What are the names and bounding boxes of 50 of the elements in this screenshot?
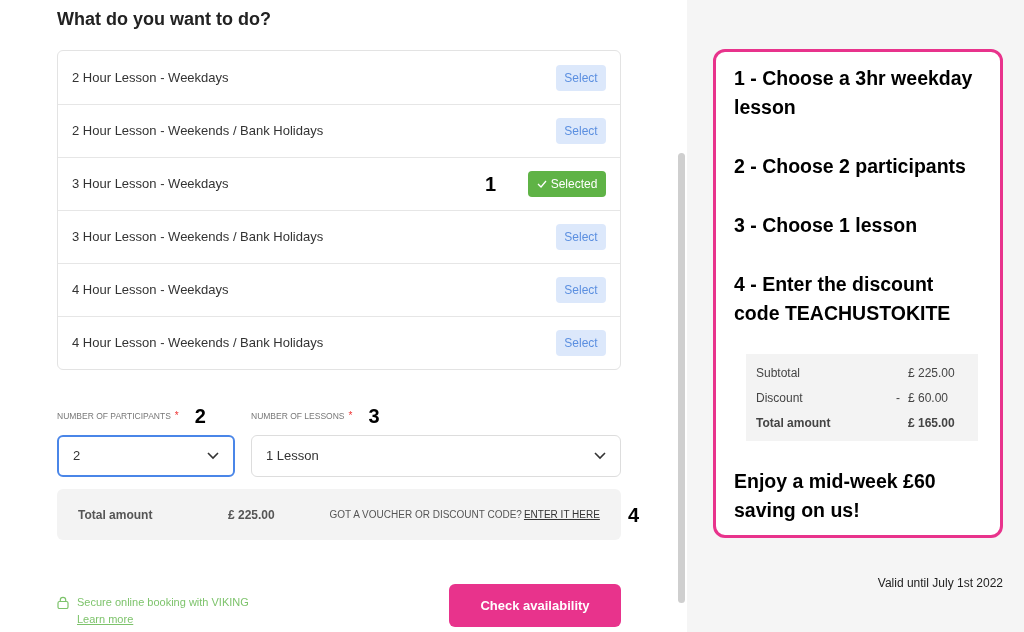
annotation-number: 1: [484, 172, 496, 197]
total-amount: £ 225.00: [228, 506, 275, 524]
total-label: Total amount: [78, 506, 154, 524]
instruction-step: 3 - Choose 1 lesson: [734, 211, 979, 240]
summary-label: Discount: [756, 389, 804, 407]
instruction-step: 2 - Choose 2 participants: [734, 152, 979, 181]
summary-value: £ 225.00: [908, 364, 956, 382]
check-icon: [536, 180, 547, 188]
instruction-step: 4 - Enter the discount code TEACHUSTOKITE: [734, 270, 979, 328]
dropdown-value: 1 Lesson: [266, 447, 319, 466]
lesson-label: 3 Hour Lesson - Weekdays: [72, 175, 230, 194]
validity-note: Valid until July 1st 2022: [876, 575, 1003, 592]
dropdown-field[interactable]: 1 Lesson: [251, 435, 621, 477]
field-label: NUMBER OF PARTICIPANTS: [57, 410, 171, 423]
lesson-label: 3 Hour Lesson - Weekends / Bank Holidays: [72, 228, 325, 247]
annotation-number: 4: [627, 502, 639, 528]
minus-sign: -: [896, 389, 900, 407]
lesson-label: 4 Hour Lesson - Weekdays: [72, 281, 230, 300]
lock-icon: [57, 596, 69, 609]
summary-value: £ 60.00: [908, 389, 950, 407]
chevron-down-icon: [594, 452, 606, 460]
required-asterisk: *: [174, 409, 179, 423]
select-button[interactable]: Select: [556, 277, 606, 303]
scrollbar-thumb[interactable]: [678, 153, 685, 603]
summary-label: Total amount: [756, 414, 832, 432]
voucher-link[interactable]: ENTER IT HERE: [523, 507, 600, 522]
learn-more-link[interactable]: Learn more: [77, 610, 249, 627]
lesson-label: 2 Hour Lesson - Weekdays: [72, 68, 230, 87]
voucher-prompt: GOT A VOUCHER OR DISCOUNT CODE?: [329, 508, 522, 522]
dropdown-value: 2: [73, 447, 81, 466]
check-availability-button[interactable]: Check availability: [449, 584, 621, 627]
lesson-label: 2 Hour Lesson - Weekends / Bank Holidays: [72, 122, 325, 141]
instruction-step: 1 - Choose a 3hr weekday lesson: [734, 64, 979, 122]
annotation-number: 3: [368, 406, 380, 426]
page-heading: What do you want to do?: [57, 8, 272, 31]
annotation-number: 2: [194, 406, 206, 426]
select-button[interactable]: Select: [556, 118, 606, 144]
lesson-label: 4 Hour Lesson - Weekends / Bank Holidays: [72, 334, 325, 353]
select-button[interactable]: Selected: [528, 171, 606, 197]
secure-booking-text: Secure online booking with VIKING: [77, 595, 249, 610]
required-asterisk: *: [348, 409, 353, 423]
summary-value: £ 165.00: [908, 414, 956, 432]
dropdown-field[interactable]: 2: [57, 435, 235, 477]
field-label: NUMBER OF LESSONS: [251, 410, 345, 423]
promo-closing: Enjoy a mid-week £60 saving on us!: [734, 469, 937, 523]
summary-label: Subtotal: [756, 364, 802, 382]
select-button[interactable]: Select: [556, 64, 606, 91]
select-button[interactable]: Select: [556, 224, 606, 250]
chevron-down-icon: [207, 452, 219, 460]
select-button[interactable]: Select: [556, 330, 606, 356]
